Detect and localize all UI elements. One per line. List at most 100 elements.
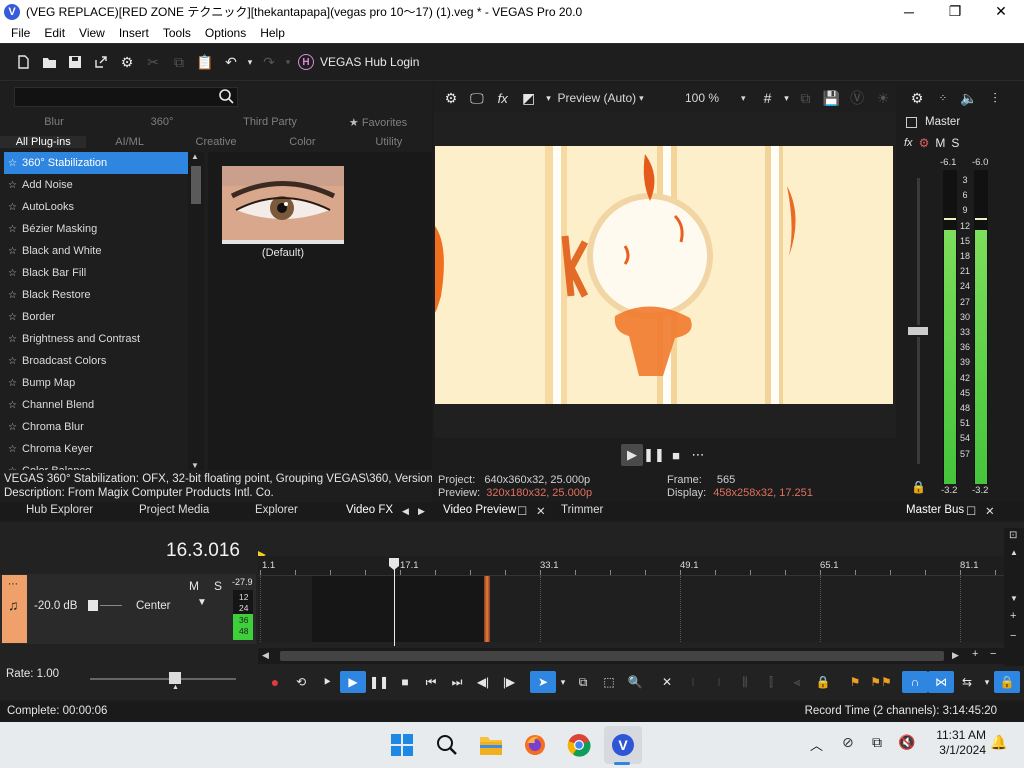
plugin-list-item[interactable]: ☆ Add Noise xyxy=(4,174,202,196)
group-icon[interactable]: ⫷ xyxy=(784,671,810,693)
plugin-list-item[interactable]: ☆ Chroma Blur xyxy=(4,416,202,438)
zoom-dropdown[interactable]: 100 % ▾ xyxy=(685,91,755,105)
lock-envelopes-icon[interactable]: 🔒 xyxy=(994,671,1020,693)
favorite-star-icon[interactable]: ☆ xyxy=(8,466,22,471)
plugin-list-item[interactable]: ☆Color Balance xyxy=(4,460,202,470)
selection-tool-icon[interactable]: ⬚ xyxy=(596,671,622,693)
favorite-star-icon[interactable]: ☆ xyxy=(8,400,22,411)
pause-icon[interactable]: ❚❚ xyxy=(643,444,665,466)
tab-project-media[interactable]: Project Media xyxy=(139,504,209,516)
track-icon[interactable]: ⋯ ♫ xyxy=(2,575,27,643)
master-fader-handle[interactable] xyxy=(906,325,930,337)
save-icon[interactable] xyxy=(62,49,88,75)
plugin-list-item[interactable]: ☆ Black Bar Fill xyxy=(4,262,202,284)
network-icon[interactable]: ⊘ xyxy=(842,734,854,751)
tab-scroll-right-icon[interactable]: ▶ xyxy=(418,506,425,517)
menu-file[interactable]: File xyxy=(4,26,37,40)
pause-icon[interactable]: ❚❚ xyxy=(366,671,392,693)
menu-help[interactable]: Help xyxy=(253,26,292,40)
tab-master-bus[interactable]: Master Bus xyxy=(906,504,964,516)
tab-all-plugins[interactable]: All Plug-ins xyxy=(0,136,87,148)
next-frame-icon[interactable]: |▶ xyxy=(496,671,522,693)
favorite-star-icon[interactable]: ☆ xyxy=(8,444,22,455)
fader-lock-icon[interactable]: 🔒 xyxy=(911,480,926,494)
speaker-icon[interactable]: 🔈 xyxy=(956,85,982,111)
favorite-star-icon[interactable]: ☆ xyxy=(8,378,22,389)
track-pan[interactable]: Center xyxy=(136,600,171,612)
insert-marker-icon[interactable]: ⚑ xyxy=(842,671,868,693)
master-mute-button[interactable]: M xyxy=(935,136,945,150)
play-from-start-icon[interactable]: ⯈ xyxy=(314,671,340,693)
maximize-track-icon[interactable]: ⊡ xyxy=(1009,530,1017,541)
scroll-left-icon[interactable]: ◀ xyxy=(262,650,269,661)
loop-icon[interactable]: ⟲ xyxy=(288,671,314,693)
scroll-up-icon[interactable]: ▲ xyxy=(1010,548,1018,557)
master-fader-track[interactable] xyxy=(917,178,920,464)
favorite-star-icon[interactable]: ☆ xyxy=(8,312,22,323)
preset-default-thumbnail[interactable] xyxy=(222,166,344,244)
rate-slider-track[interactable] xyxy=(90,678,236,680)
grid-icon[interactable]: # xyxy=(755,85,781,111)
vegas-hub-login[interactable]: H VEGAS Hub Login xyxy=(298,54,419,70)
plugin-list-scrollbar[interactable]: ▲ ▼ xyxy=(188,152,204,470)
scrollbar-thumb[interactable] xyxy=(191,166,201,204)
scroll-right-icon[interactable]: ▶ xyxy=(952,650,959,661)
vegas-logo-icon[interactable]: Ⓥ xyxy=(844,85,870,111)
video-fx-icon[interactable]: fx xyxy=(490,85,516,111)
previous-frame-icon[interactable]: ◀| xyxy=(470,671,496,693)
normal-edit-tool-icon[interactable]: ➤ xyxy=(530,671,556,693)
playhead-handle-icon[interactable] xyxy=(388,558,400,570)
tab-video-preview[interactable]: Video Preview xyxy=(443,504,516,516)
track-mute-button[interactable]: M xyxy=(189,579,199,593)
trim-end-icon[interactable]: ⧙ xyxy=(706,671,732,693)
more-options-icon[interactable]: ⋯ xyxy=(687,444,709,466)
tab-favorites[interactable]: ★ Favorites xyxy=(324,116,432,129)
favorite-star-icon[interactable]: ☆ xyxy=(8,224,22,235)
tab-blur[interactable]: Blur xyxy=(0,116,108,128)
favorite-star-icon[interactable]: ☆ xyxy=(8,422,22,433)
ripple-dropdown-icon[interactable]: ▾ xyxy=(980,671,994,693)
open-folder-icon[interactable] xyxy=(36,49,62,75)
settings-gear-icon[interactable]: ⚙ xyxy=(114,49,140,75)
vegas-pro-icon[interactable]: V xyxy=(610,732,636,758)
rate-slider-handle[interactable] xyxy=(169,672,181,684)
zoom-out-icon[interactable]: − xyxy=(990,648,996,660)
vegas-app-icon[interactable]: V xyxy=(4,3,20,20)
firefox-icon[interactable] xyxy=(522,732,548,758)
timeline-vertical-scrollbar[interactable]: ⊡ ▲ ▼ + − xyxy=(1004,528,1024,666)
master-solo-button[interactable]: S xyxy=(951,136,959,150)
favorite-star-icon[interactable]: ☆ xyxy=(8,158,22,169)
plugin-list-item[interactable]: ☆ AutoLooks xyxy=(4,196,202,218)
external-monitor-icon[interactable]: 🖵 xyxy=(464,85,490,111)
split-dropdown-icon[interactable]: ▾ xyxy=(542,85,556,111)
master-checkbox[interactable] xyxy=(906,116,917,128)
tab-utility[interactable]: Utility xyxy=(346,136,432,148)
favorite-star-icon[interactable]: ☆ xyxy=(8,180,22,191)
snapping-icon[interactable]: ∩ xyxy=(902,671,928,693)
menu-view[interactable]: View xyxy=(72,26,112,40)
brightness-icon[interactable]: ☀ xyxy=(870,85,896,111)
go-to-end-icon[interactable]: ⏭ xyxy=(444,671,470,693)
go-to-start-icon[interactable]: ⏮ xyxy=(418,671,444,693)
tab-video-fx[interactable]: Video FX xyxy=(346,504,393,516)
save-snapshot-icon[interactable]: 💾 xyxy=(818,85,844,111)
render-export-icon[interactable] xyxy=(88,49,114,75)
plugin-list-item[interactable]: ☆ Brightness and Contrast xyxy=(4,328,202,350)
undo-dropdown-icon[interactable]: ▾ xyxy=(244,49,256,75)
redo-icon[interactable]: ↷ xyxy=(256,49,282,75)
preview-properties-gear-icon[interactable]: ⚙ xyxy=(438,85,464,111)
split-screen-icon[interactable]: ◩ xyxy=(516,85,542,111)
menu-edit[interactable]: Edit xyxy=(37,26,72,40)
track-volume[interactable]: -20.0 dB xyxy=(34,600,77,612)
close-tab-icon[interactable]: ✕ xyxy=(985,504,995,518)
audio-event[interactable] xyxy=(312,576,488,642)
search-icon[interactable] xyxy=(434,732,460,758)
scroll-down-icon[interactable]: ▼ xyxy=(191,461,199,470)
ripple-edit-icon[interactable]: ⇆ xyxy=(954,671,980,693)
stop-icon[interactable]: ■ xyxy=(392,671,418,693)
notification-bell-icon[interactable]: 🔔 xyxy=(990,734,1007,751)
stop-icon[interactable]: ■ xyxy=(665,444,687,466)
file-explorer-icon[interactable] xyxy=(478,732,504,758)
master-fx-icon[interactable]: fx xyxy=(904,137,913,149)
track-zoom-in-icon[interactable]: + xyxy=(1010,610,1016,622)
